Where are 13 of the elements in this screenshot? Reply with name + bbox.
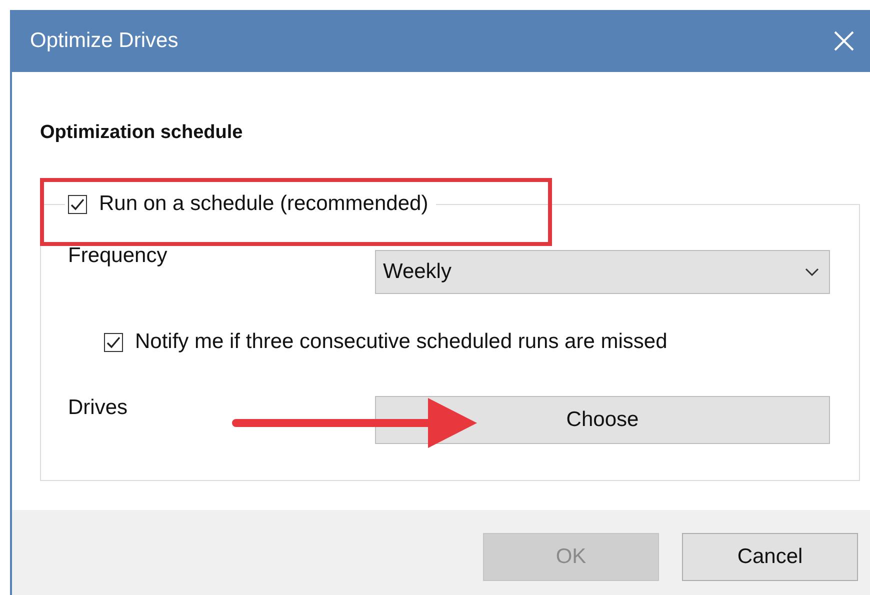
drives-label: Drives [68,396,129,420]
section-heading: Optimization schedule [40,121,244,145]
cancel-button[interactable]: Cancel [682,532,858,580]
checkbox-label[interactable]: Notify me if three consecutive scheduled runs are missed [135,330,668,354]
frequency-label: Frequency [68,244,168,268]
chevron-icon [805,268,819,276]
checkbox[interactable] [104,332,123,352]
choose-button[interactable]: Choose [375,396,830,444]
checkbox-label[interactable]: Run on a schedule (recommended) [99,192,428,216]
frequency-dropdown[interactable]: Weekly [375,250,830,294]
close-icon[interactable] [834,31,854,51]
checkbox[interactable] [68,194,87,214]
window-title: Optimize Drives [30,29,178,53]
